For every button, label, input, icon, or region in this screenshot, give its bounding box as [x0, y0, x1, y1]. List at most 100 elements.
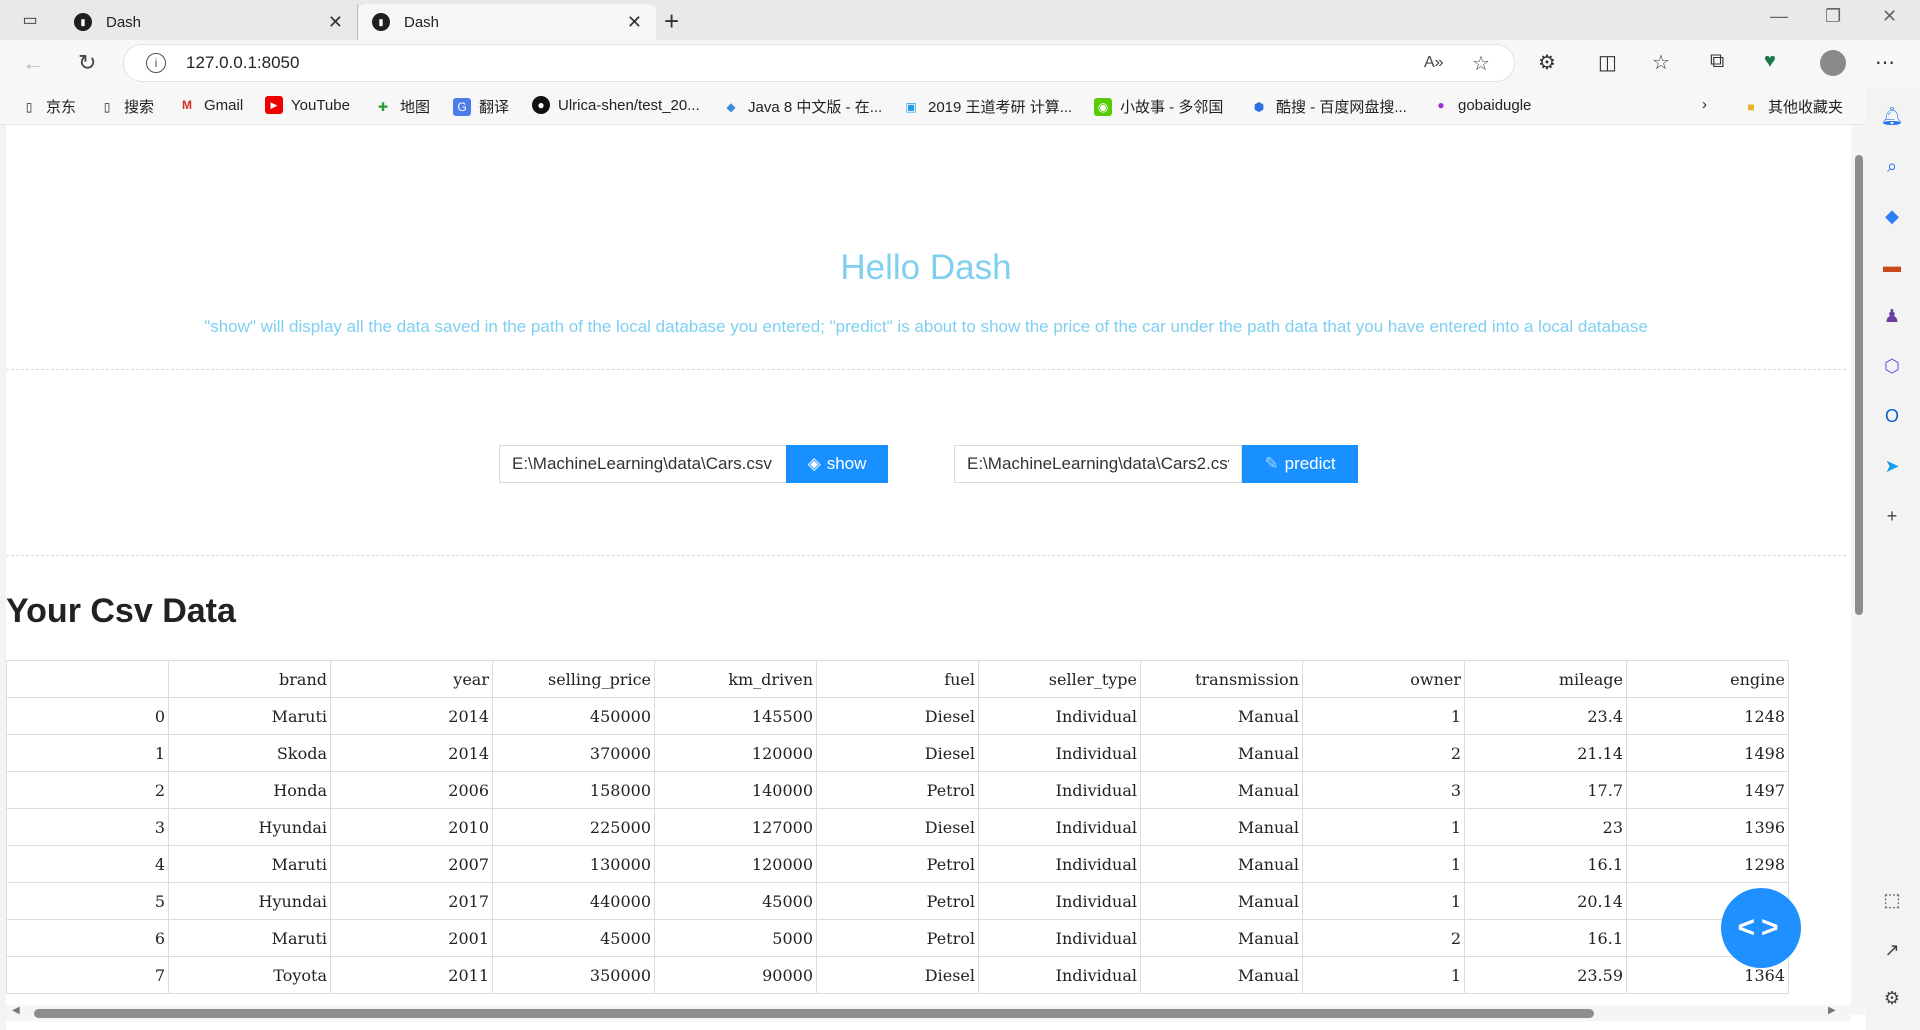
sidebar-settings-gear-icon[interactable]: ⚙: [1880, 986, 1904, 1010]
table-cell: 158000: [492, 771, 655, 809]
bookmark-item[interactable]: ● Ulrica-shen/test_20...: [532, 96, 700, 114]
table-cell: 45000: [654, 882, 817, 920]
new-tab-icon[interactable]: +: [664, 6, 679, 37]
table-cell: 145500: [654, 697, 817, 735]
browser-essentials-icon[interactable]: ♥: [1764, 50, 1776, 73]
url-text[interactable]: 127.0.0.1:8050: [186, 53, 299, 73]
close-tab-icon[interactable]: ✕: [627, 12, 642, 33]
table-cell: 2011: [330, 956, 493, 994]
table-cell: Manual: [1140, 808, 1303, 846]
games-icon[interactable]: ♟: [1880, 304, 1904, 328]
table-cell: Manual: [1140, 882, 1303, 920]
tab-actions-icon[interactable]: ▭: [14, 8, 46, 32]
split-screen-icon[interactable]: ◫: [1598, 50, 1617, 75]
add-sidebar-app-icon[interactable]: +: [1880, 504, 1904, 528]
bookmark-item[interactable]: M Gmail: [178, 96, 243, 114]
address-bar[interactable]: i 127.0.0.1:8050 A» ☆: [124, 45, 1514, 81]
table-cell: 4: [6, 845, 169, 883]
column-header: km_driven: [654, 660, 817, 698]
table-row: 6 Maruti 2001 45000 5000 Petrol Individual Manu…: [6, 919, 1789, 957]
vertical-scrollbar[interactable]: [1851, 125, 1866, 1015]
bookmark-item[interactable]: ▣ 2019 王道考研 计算...: [902, 96, 1072, 117]
more-bookmarks-chevron-icon[interactable]: ›: [1702, 96, 1707, 113]
table-cell: 2014: [330, 697, 493, 735]
dash-favicon-icon: ▮: [74, 13, 92, 31]
search-icon[interactable]: ⌕: [1880, 154, 1904, 178]
column-header: [6, 660, 169, 698]
close-tab-icon[interactable]: ✕: [328, 12, 343, 33]
predict-path-input[interactable]: [954, 445, 1242, 483]
table-header-row: brand year selling_price km_driven fuel selle…: [6, 660, 1789, 698]
table-cell: 2: [6, 771, 169, 809]
extensions-icon[interactable]: ⚙: [1538, 50, 1556, 75]
table-cell: Diesel: [816, 697, 979, 735]
table-cell: 21.14: [1464, 734, 1627, 772]
divider: [6, 369, 1846, 370]
read-aloud-icon[interactable]: A»: [1424, 54, 1444, 72]
tools-icon[interactable]: ▬: [1880, 254, 1904, 278]
scroll-right-arrow-icon[interactable]: ▶: [1828, 1005, 1836, 1016]
table-cell: Individual: [978, 697, 1141, 735]
table-row: 3 Hyundai 2010 225000 127000 Diesel Individual…: [6, 808, 1789, 846]
bookmark-item[interactable]: ✚ 地图: [374, 96, 430, 117]
column-header: selling_price: [492, 660, 655, 698]
maximize-icon[interactable]: ❐: [1825, 6, 1841, 27]
bookmark-item[interactable]: ● gobaidugle: [1432, 96, 1531, 114]
bookmark-item[interactable]: ◆ Java 8 中文版 - 在...: [722, 96, 882, 117]
open-external-icon[interactable]: ↗: [1880, 938, 1904, 962]
outlook-icon[interactable]: O: [1880, 404, 1904, 428]
copilot-icon[interactable]: ⬡: [1880, 354, 1904, 378]
vertical-scroll-thumb[interactable]: [1855, 155, 1863, 615]
minimize-icon[interactable]: —: [1770, 6, 1788, 27]
page-icon: ▯: [25, 99, 33, 114]
table-cell: 0: [6, 697, 169, 735]
bookmark-item[interactable]: ▶ YouTube: [265, 96, 350, 114]
table-cell: Maruti: [168, 845, 331, 883]
table-cell: 45000: [492, 919, 655, 957]
bookmark-item[interactable]: ⬢ 酷搜 - 百度网盘搜...: [1250, 96, 1407, 117]
drop-icon[interactable]: ➤: [1880, 454, 1904, 478]
shopping-tag-icon[interactable]: ◆: [1880, 204, 1904, 228]
favorites-icon[interactable]: ☆: [1652, 50, 1670, 75]
table-cell: Manual: [1140, 771, 1303, 809]
table-cell: 1396: [1626, 808, 1789, 846]
show-button[interactable]: ◈ show: [786, 445, 888, 483]
horizontal-scroll-thumb[interactable]: [34, 1009, 1594, 1018]
browser-tab-1[interactable]: ▮ Dash ✕: [60, 4, 358, 40]
profile-avatar[interactable]: [1820, 50, 1846, 76]
horizontal-scrollbar[interactable]: ◀ ▶: [6, 1005, 1851, 1021]
other-favorites-folder[interactable]: ■ 其他收藏夹: [1742, 96, 1843, 117]
table-cell: Manual: [1140, 919, 1303, 957]
back-icon[interactable]: ←: [22, 50, 44, 76]
close-window-icon[interactable]: ✕: [1882, 6, 1897, 27]
bookmark-item[interactable]: ▯ 京东: [20, 96, 76, 117]
table-cell: 440000: [492, 882, 655, 920]
refresh-icon[interactable]: ↻: [78, 50, 96, 76]
more-menu-icon[interactable]: ⋯: [1875, 50, 1895, 75]
folder-icon: ■: [1747, 99, 1755, 114]
table-cell: 1498: [1626, 734, 1789, 772]
table-cell: 2007: [330, 845, 493, 883]
screenshot-icon[interactable]: ⬚: [1880, 888, 1904, 912]
table-cell: Petrol: [816, 845, 979, 883]
favorite-star-icon[interactable]: ☆: [1472, 51, 1490, 76]
table-cell: 1: [1302, 845, 1465, 883]
predict-button[interactable]: ✎ predict: [1242, 445, 1358, 483]
show-path-input[interactable]: [499, 445, 787, 483]
collections-icon[interactable]: ⧉: [1710, 50, 1724, 73]
notification-bell-icon[interactable]: 🔔︎: [1880, 104, 1904, 128]
table-cell: 225000: [492, 808, 655, 846]
bookmark-item[interactable]: G 翻译: [453, 96, 509, 117]
browser-tab-2[interactable]: ▮ Dash ✕: [358, 4, 656, 40]
bookmark-item[interactable]: ◉ 小故事 - 多邻国: [1094, 96, 1223, 117]
site-info-icon[interactable]: i: [146, 53, 166, 73]
translate-icon: G: [453, 97, 471, 116]
table-cell: 7: [6, 956, 169, 994]
bookmark-item[interactable]: ▯ 搜索: [98, 96, 154, 117]
table-row: 0 Maruti 2014 450000 145500 Diesel Individual M…: [6, 697, 1789, 735]
table-row: 2 Honda 2006 158000 140000 Petrol Individual Ma…: [6, 771, 1789, 809]
table-row: 1 Skoda 2014 370000 120000 Diesel Individual Ma…: [6, 734, 1789, 772]
dash-devtools-code-icon[interactable]: <>: [1721, 888, 1801, 968]
scroll-left-arrow-icon[interactable]: ◀: [12, 1005, 20, 1016]
table-cell: 2: [1302, 734, 1465, 772]
